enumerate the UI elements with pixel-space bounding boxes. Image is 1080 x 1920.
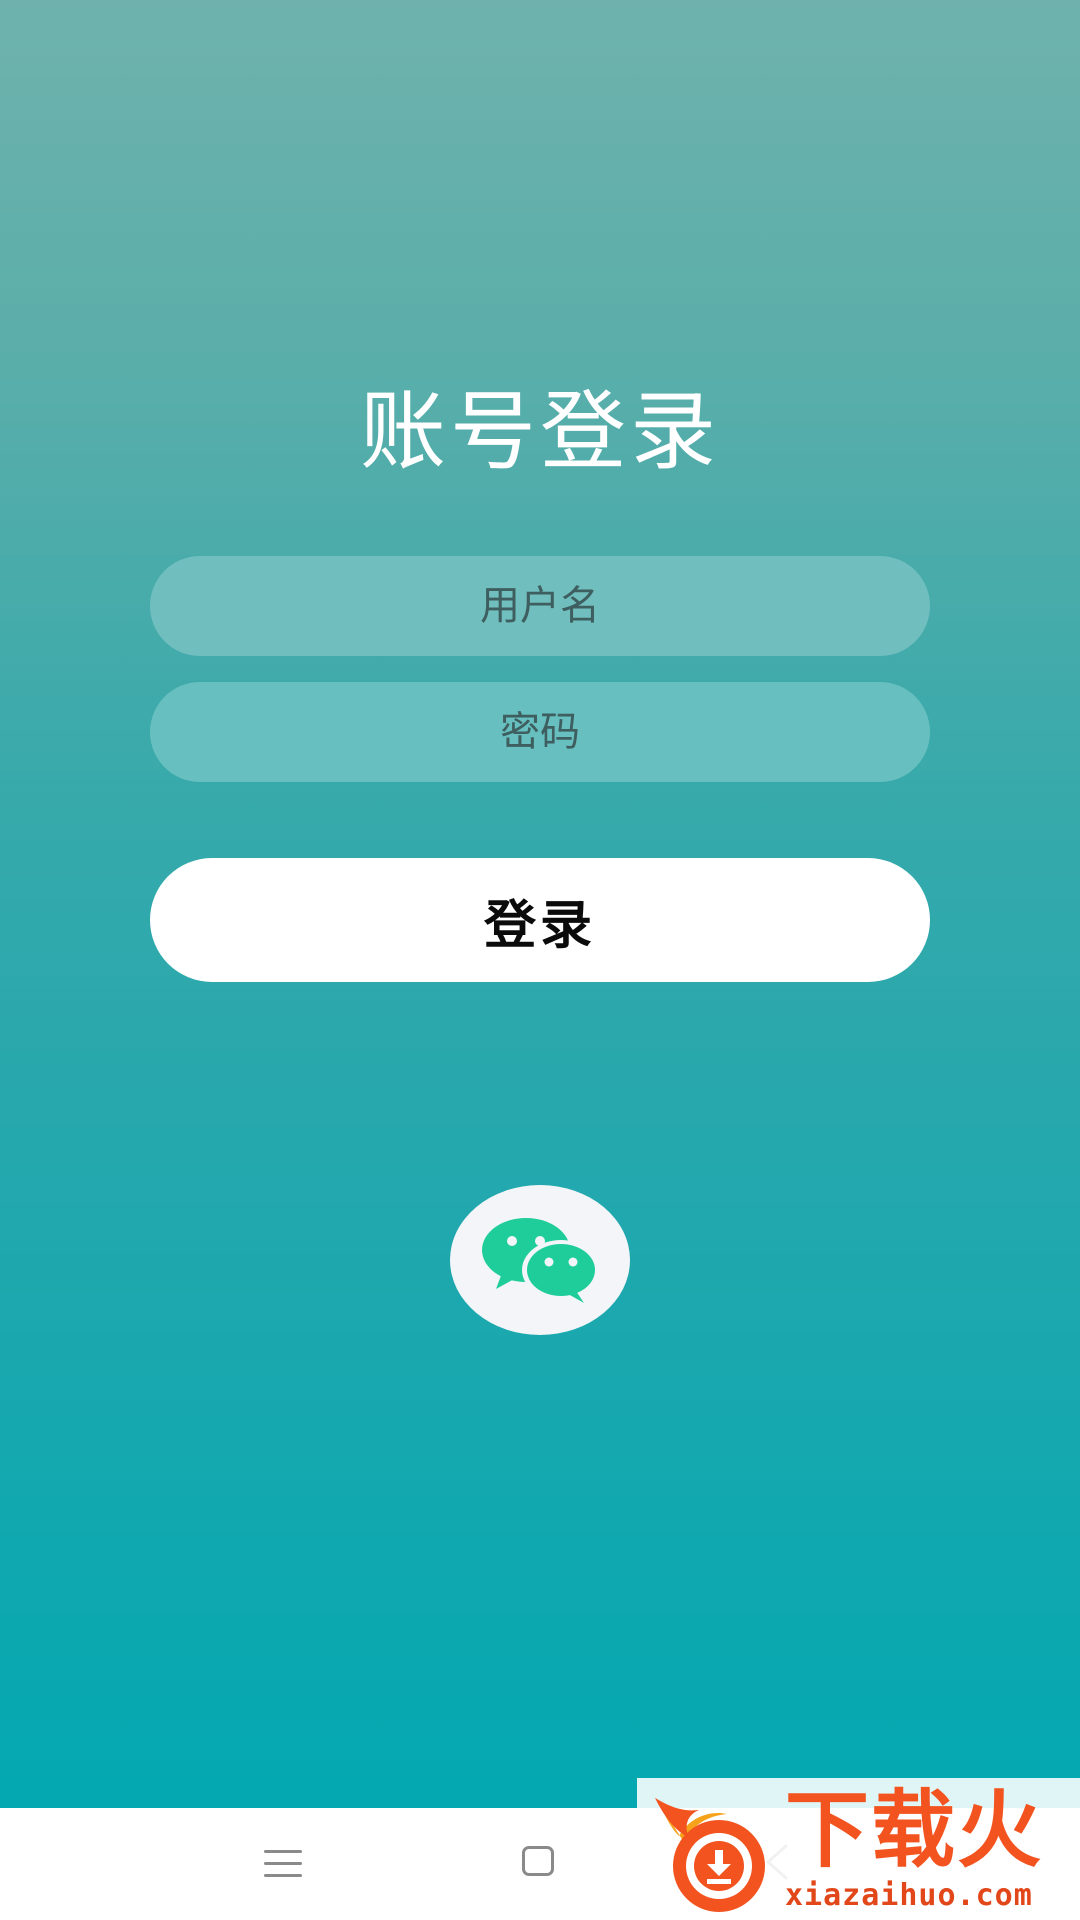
nav-home-button[interactable]: [480, 1808, 600, 1920]
wechat-login-button[interactable]: [450, 1185, 630, 1335]
watermark: 下载火 xiazaihuo.com: [637, 1778, 1080, 1920]
page-title: 账号登录: [360, 382, 720, 482]
nav-menu-button[interactable]: [222, 1808, 342, 1920]
wechat-icon: [482, 1218, 600, 1303]
login-button[interactable]: 登录: [150, 858, 930, 982]
download-flame-logo-icon: [651, 1790, 765, 1912]
username-input[interactable]: [150, 556, 930, 656]
home-icon: [522, 1846, 554, 1876]
login-screen: 账号登录 登录: [0, 0, 1080, 1808]
screen: 账号登录 登录: [0, 0, 1080, 1920]
password-input[interactable]: [150, 682, 930, 782]
watermark-url: xiazaihuo.com: [785, 1878, 1033, 1913]
watermark-title: 下载火: [785, 1781, 1044, 1879]
